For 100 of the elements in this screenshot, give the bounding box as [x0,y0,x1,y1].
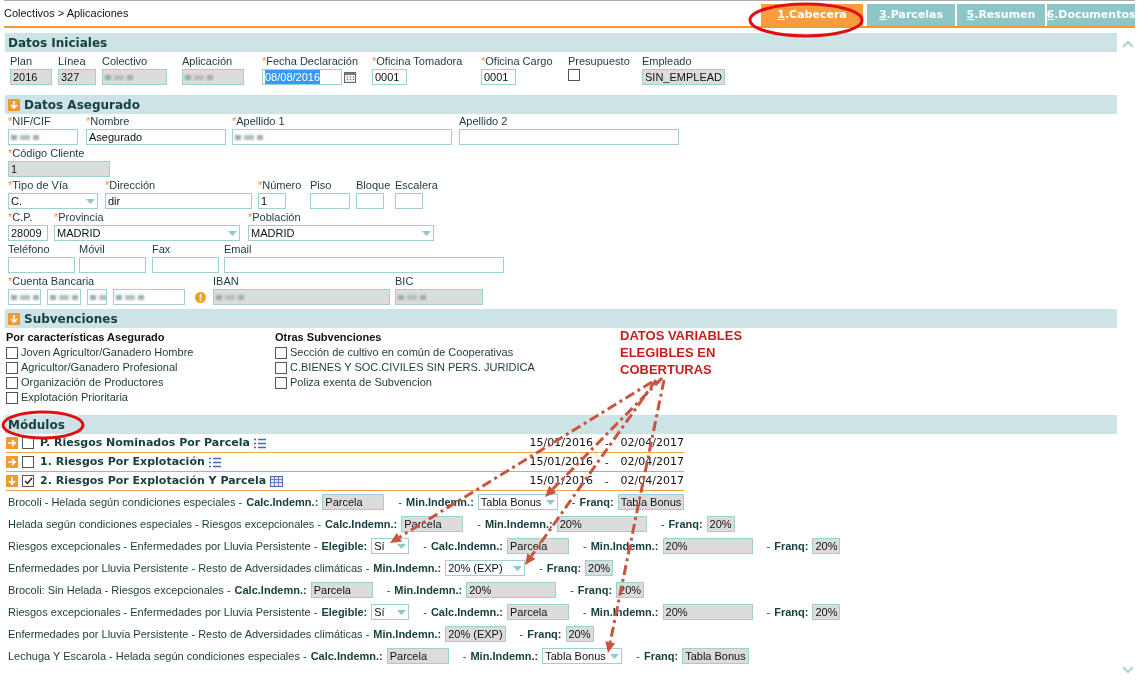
checkbox[interactable] [568,69,580,81]
readonly-field: Parcela [310,582,373,598]
field-label: Presupuesto [568,55,631,68]
field-separator: - [386,582,391,598]
list-icon[interactable] [253,437,266,449]
dropdown[interactable]: Tabla Bonus [477,494,558,510]
checkbox[interactable] [275,361,287,374]
collapse-toggle-icon[interactable] [6,475,18,487]
date-separator: - [604,454,609,470]
checkbox[interactable] [22,475,34,487]
text-field[interactable] [79,257,146,273]
text-field[interactable] [356,193,384,209]
readonly-field: 327 [58,69,96,85]
field-label: Apellido 2 [459,115,509,128]
field-label: *Población [248,211,302,224]
text-field[interactable] [113,289,185,305]
info-icon[interactable] [195,291,206,303]
expand-toggle-icon[interactable] [6,456,18,468]
field-label: Elegible: [321,538,368,554]
dropdown[interactable]: Sí [371,538,410,554]
field-label: *Fecha Declaración [262,55,359,68]
text-field[interactable] [395,193,423,209]
text-field[interactable]: 28009 [8,225,48,241]
field-label: *Código Cliente [8,147,86,160]
checkbox[interactable] [22,456,34,468]
dropdown[interactable]: C. [8,193,98,209]
coverage-description: Riesgos excepcionales - Enfermedades por Lluvia Persistente - [8,538,318,554]
field-separator: - [423,604,427,620]
readonly-field: Parcela [386,648,449,664]
field-label: Colectivo [102,55,149,68]
field-label: *Dirección [105,179,157,192]
text-field[interactable] [8,129,78,145]
text-field[interactable] [152,257,219,273]
text-field[interactable]: 1 [258,193,286,209]
readonly-field: 20% [812,604,841,620]
readonly-field: 20% [812,538,841,554]
field-separator: - [477,516,481,532]
coverage-description: Brocoli - Helada según condiciones especiales - [8,494,243,510]
checkbox[interactable] [6,346,18,359]
scroll-down-icon[interactable] [1122,666,1134,674]
text-field[interactable]: 0001 [372,69,407,85]
field-label: Calc.Indemn.: [325,516,398,532]
field-separator: - [539,560,543,576]
field-label: Min.Indemn.: [394,582,463,598]
field-separator: - [571,494,576,510]
checkbox[interactable] [275,346,287,359]
field-label: Calc.Indemn.: [430,538,504,554]
readonly-field: 1 [8,161,110,177]
readonly-field: 2016 [10,69,52,85]
checkbox[interactable] [6,376,18,389]
text-field[interactable] [224,257,504,273]
field-label: Elegible: [321,604,368,620]
text-field[interactable]: dir [105,193,252,209]
readonly-field: Parcela [322,494,385,510]
text-field[interactable]: Asegurado [86,129,226,145]
dropdown[interactable]: MADRID [248,225,434,241]
field-label: Franq: [774,604,809,620]
coverage-description: Riesgos excepcionales - Enfermedades por Lluvia Persistente - [8,604,318,620]
field-separator: - [423,538,427,554]
checkbox[interactable] [275,376,287,389]
readonly-field: Parcela [507,538,570,554]
text-field[interactable] [47,289,81,305]
checkbox[interactable] [6,361,18,374]
expand-toggle-icon[interactable] [6,437,18,449]
readonly-field: Parcela [507,604,570,620]
table-icon[interactable] [270,475,284,487]
readonly-field: 20% [565,626,594,642]
text-field[interactable] [87,289,107,305]
field-label: Min.Indemn.: [590,538,659,554]
text-field[interactable] [459,129,679,145]
text-field[interactable] [8,289,41,305]
field-label: *Oficina Cargo [481,55,554,68]
end-date: 02/04/2017 [620,472,684,489]
text-field[interactable]: 0001 [481,69,516,85]
dropdown[interactable]: 20% (EXP) [445,560,526,576]
collapse-toggle-icon[interactable] [8,312,20,325]
text-field[interactable] [310,193,350,209]
collapse-toggle-icon[interactable] [8,98,20,111]
readonly-field: 20% [706,516,735,532]
readonly-field: Tabla Bonus [617,494,685,510]
caret-icon [228,230,237,236]
list-icon[interactable] [208,456,221,468]
dropdown[interactable]: Tabla Bonus [542,648,623,664]
dropdown[interactable]: Sí [371,604,410,620]
field-label: Móvil [79,243,106,256]
checkbox[interactable] [6,391,18,404]
field-label: Min.Indemn.: [470,648,539,664]
group-heading: Otras Subvenciones [275,330,382,345]
field-label: *Nombre [86,115,131,128]
text-field[interactable] [8,257,75,273]
scroll-up-icon[interactable] [1122,40,1134,48]
field-label: Teléfono [8,243,51,256]
field-label: *C.P. [8,211,34,224]
calendar-icon[interactable] [344,71,356,83]
text-field[interactable] [232,129,452,145]
checkbox-label: C.BIENES Y SOC.CIVILES SIN PERS. JURIDICA [290,360,535,376]
dropdown[interactable]: MADRID [54,225,240,241]
coverage-description: Enfermedades por Lluvia Persistente - Resto de Adversidades climáticas - [8,626,370,642]
field-label: Franq: [643,648,679,664]
field-label: Email [224,243,253,256]
